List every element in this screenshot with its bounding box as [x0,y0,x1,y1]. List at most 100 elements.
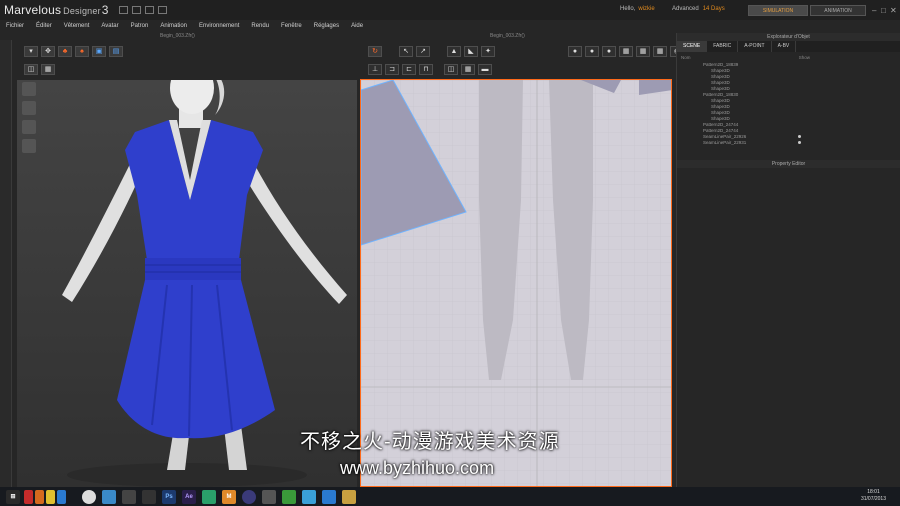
minimize-icon[interactable]: – [872,6,876,15]
circle-icon[interactable]: ✦ [481,45,495,57]
avatar-tools [18,82,38,153]
rectangle-icon[interactable]: ◣ [464,45,478,57]
avatar-body-icon[interactable] [22,101,36,115]
tab-scene[interactable]: SCENE [677,41,708,52]
texture-display-icon[interactable]: ▦ [41,63,55,75]
hello-label: Hello, [620,6,636,12]
select-arrow-icon[interactable]: ▾ [24,45,38,57]
toolbar-3d-row1: ▾ ✥ ♣ ♠ ▣ ▤ [24,44,123,58]
paint-icon[interactable] [122,489,136,504]
brand-name: Marvelous [4,3,62,17]
menu-reglages[interactable]: Réglages [314,23,339,29]
photoshop-icon[interactable]: Ps [162,489,176,504]
app-orange-icon[interactable] [35,489,44,504]
maximize-icon[interactable]: □ [881,6,886,15]
avatar-head-icon[interactable] [22,139,36,153]
polygon-icon[interactable]: ▲ [447,45,461,57]
system-clock[interactable]: 18:01 31/07/2013 [861,489,886,503]
menu-animation[interactable]: Animation [160,23,187,29]
watermark-url: www.byzhihuo.com [340,458,495,478]
grid-1-icon[interactable]: ▦ [619,45,633,57]
app-red-icon[interactable] [24,489,33,504]
tab-a-bv[interactable]: A-BV [772,41,797,52]
display-1-icon[interactable]: ◫ [444,63,458,75]
fold-icon[interactable]: ♠ [75,45,89,57]
redo-icon[interactable] [157,6,167,14]
chrome-icon[interactable] [82,489,96,504]
segment-seam-icon[interactable]: ⊐ [385,63,399,75]
view3d-title: Begin_003.Zfr() [160,33,195,39]
tack-seam-icon[interactable]: ⊓ [419,63,433,75]
user-name[interactable]: wizkie [638,6,654,12]
library-strip[interactable] [0,40,12,487]
wechat-icon[interactable] [282,489,296,504]
menu-rendu[interactable]: Rendu [251,23,269,29]
menu-vetement[interactable]: Vêtement [64,23,90,29]
show-toggle-icon[interactable] [798,135,802,138]
undo-icon[interactable] [144,6,154,14]
select-move-icon[interactable]: ↖ [399,45,413,57]
explorer-tabs: SCENE FABRIC A-POINT A-BV [677,41,900,52]
zbrush-icon[interactable] [142,489,156,504]
edition-label: Advanced [672,6,699,12]
brand-sub: Designer [63,6,101,16]
grid-2-icon[interactable]: ▦ [636,45,650,57]
calculator-icon[interactable] [102,489,116,504]
avatar-display-icon[interactable]: ◫ [24,63,38,75]
sphere-3-icon[interactable]: ● [602,45,616,57]
menu-fenetre[interactable]: Fenêtre [281,23,302,29]
display-3-icon[interactable]: ▬ [478,63,492,75]
start-icon[interactable]: ⊞ [6,489,20,504]
toolbar-2d-row2: ⊥ ⊐ ⊏ ⊓ ◫ ▦ ▬ [368,62,492,76]
explorer-icon[interactable] [262,489,276,504]
menu-editer[interactable]: Éditer [36,23,52,29]
qq-icon[interactable] [302,489,316,504]
tab-fabric[interactable]: FABRIC [707,41,739,52]
pin-icon[interactable]: ▤ [109,45,123,57]
reset-2d-icon[interactable]: ↻ [368,45,382,57]
tack-icon[interactable]: ▣ [92,45,106,57]
title-bar: Marvelous Designer3 Hello, wizkie Advanced… [0,0,900,20]
seam-tool-icon[interactable]: ⊥ [368,63,382,75]
app-brand: Marvelous Designer3 [4,3,109,17]
save-icon[interactable] [118,6,128,14]
move-tool-icon[interactable]: ✥ [41,45,55,57]
display-2-icon[interactable]: ▦ [461,63,475,75]
clock-time: 18:01 [867,489,880,495]
app-yellow-icon[interactable] [46,489,55,504]
maya-icon[interactable] [202,489,216,504]
animation-mode-button[interactable]: ANIMATION [810,5,866,16]
show-toggle-icon[interactable] [798,141,802,144]
tree-columns: Nom Show [677,52,900,62]
close-icon[interactable]: ✕ [890,6,897,15]
toolbar-3d-row2: ◫ ▦ [24,62,55,76]
open-icon[interactable] [131,6,141,14]
grid-3-icon[interactable]: ▦ [653,45,667,57]
app-blue-icon[interactable] [57,489,66,504]
cinema4d-icon[interactable] [242,489,256,504]
object-explorer-panel: Explorateur d'Objet SCENE FABRIC A-POINT… [676,33,900,493]
avatar-tshirt-icon[interactable] [22,82,36,96]
sphere-2-icon[interactable]: ● [585,45,599,57]
tree-item[interactable]: SeamLinePair_22931 [703,140,900,146]
trial-days: 14 Days [702,6,725,12]
view2d-title: Begin_003.Zfr() [490,33,525,39]
menu-fichier[interactable]: Fichier [6,23,24,29]
menu-avatar[interactable]: Avatar [101,23,118,29]
after-effects-icon[interactable]: Ae [182,489,196,504]
free-seam-icon[interactable]: ⊏ [402,63,416,75]
edit-pattern-icon[interactable]: ↗ [416,45,430,57]
dropbox-icon[interactable] [322,489,336,504]
simulation-mode-button[interactable]: SIMULATION [748,5,808,16]
avatar-pose-icon[interactable] [22,120,36,134]
sphere-1-icon[interactable]: ● [568,45,582,57]
folder-icon[interactable] [342,489,356,504]
menu-aide[interactable]: Aide [351,23,363,29]
menu-environnement[interactable]: Environnement [199,23,239,29]
garment-icon[interactable]: ♣ [58,45,72,57]
menu-patron[interactable]: Patron [131,23,149,29]
tab-a-point[interactable]: A-POINT [738,41,772,52]
quick-access-toolbar [118,6,167,14]
marvelous-icon[interactable]: M [222,489,236,504]
license-info: Advanced 14 Days [672,6,725,12]
